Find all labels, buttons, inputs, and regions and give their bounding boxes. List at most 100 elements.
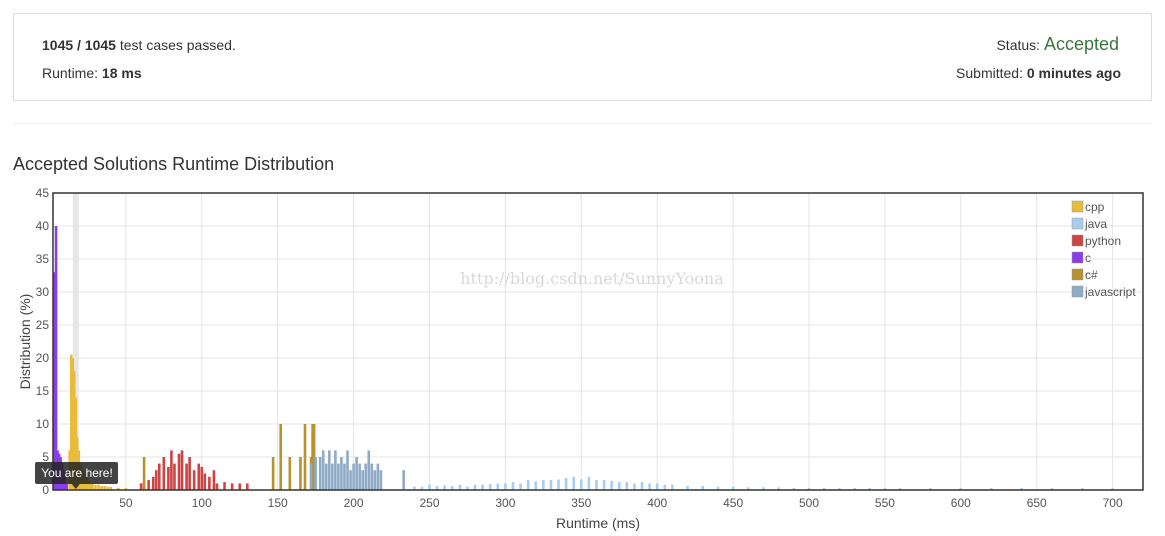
bar-java <box>504 483 507 490</box>
bar-python <box>223 482 226 490</box>
bar-javascript <box>331 463 334 490</box>
bar-python <box>185 463 188 490</box>
legend-swatch-javascript <box>1071 285 1084 298</box>
bar-csharp <box>271 457 275 490</box>
bar-java <box>519 483 522 490</box>
bar-java <box>534 481 538 490</box>
x-tick-label: 200 <box>344 496 364 510</box>
x-tick-label: 250 <box>419 496 439 510</box>
bar-javascript <box>346 450 349 490</box>
y-tick-label: 35 <box>36 252 50 266</box>
bar-java <box>542 480 545 490</box>
bar-python <box>192 470 196 490</box>
bar-python <box>230 483 234 490</box>
x-tick-label: 350 <box>571 496 591 510</box>
bar-javascript <box>358 463 361 490</box>
bar-javascript <box>318 457 322 490</box>
bar-java <box>633 483 636 490</box>
bar-python <box>170 450 173 490</box>
bar-csharp <box>303 424 307 490</box>
bar-python <box>167 466 170 490</box>
tooltip-text: You are here! <box>41 466 113 480</box>
bar-javascript <box>370 463 374 490</box>
bar-java <box>557 479 560 490</box>
bar-java <box>648 483 651 490</box>
watermark: http://blog.csdn.net/SunnyYoona <box>460 269 724 288</box>
bar-javascript <box>367 450 371 490</box>
x-tick-label: 50 <box>119 496 133 510</box>
bar-javascript <box>349 470 352 490</box>
bar-java <box>655 483 659 490</box>
bar-python <box>200 466 204 490</box>
y-tick-label: 5 <box>42 450 49 464</box>
legend-label: python <box>1085 234 1121 248</box>
bar-python <box>154 470 158 490</box>
bar-javascript <box>334 450 337 490</box>
bar-python <box>177 453 181 490</box>
x-tick-label: 600 <box>951 496 971 510</box>
legend-label: c <box>1085 251 1091 265</box>
bar-javascript <box>343 463 346 490</box>
bar-c <box>65 483 68 490</box>
bar-java <box>580 479 583 490</box>
bar-python <box>147 480 150 490</box>
y-tick-label: 0 <box>42 483 49 497</box>
legend-label: java <box>1084 217 1107 231</box>
x-tick-label: 700 <box>1103 496 1123 510</box>
x-tick-label: 500 <box>799 496 819 510</box>
legend-label: c# <box>1085 268 1098 282</box>
x-tick-label: 550 <box>875 496 895 510</box>
bar-javascript <box>402 470 405 490</box>
bar-java <box>595 480 598 490</box>
legend-swatch-csharp <box>1071 268 1084 281</box>
bar-java <box>587 476 591 490</box>
bar-javascript <box>379 470 383 490</box>
bar-javascript <box>321 450 325 490</box>
bar-python <box>208 476 211 490</box>
bar-java <box>663 484 667 490</box>
bar-java <box>481 484 484 490</box>
x-tick-label: 450 <box>723 496 743 510</box>
bar-csharp <box>288 457 292 490</box>
y-tick-label: 15 <box>36 384 50 398</box>
bar-java <box>511 482 515 490</box>
x-tick-label: 650 <box>1027 496 1047 510</box>
bar-javascript <box>355 457 358 490</box>
x-tick-label: 400 <box>647 496 667 510</box>
bar-python <box>139 483 143 490</box>
bar-cpp <box>97 484 100 490</box>
bar-python <box>188 457 191 490</box>
bar-java <box>564 478 568 490</box>
y-axis-label: Distribution (%) <box>17 294 33 390</box>
bar-javascript <box>376 463 380 490</box>
bar-javascript <box>327 450 331 490</box>
bar-csharp <box>142 457 146 490</box>
bar-javascript <box>324 463 328 490</box>
x-tick-label: 100 <box>192 496 212 510</box>
bar-java <box>617 482 621 490</box>
bar-python <box>157 463 161 490</box>
bar-java <box>640 482 644 490</box>
bar-python <box>151 476 155 490</box>
x-tick-label: 150 <box>268 496 288 510</box>
bar-python <box>212 470 216 490</box>
bar-java <box>496 483 500 490</box>
y-tick-label: 10 <box>36 417 50 431</box>
bar-csharp <box>279 424 283 490</box>
bar-java <box>473 484 477 490</box>
legend-swatch-python <box>1071 234 1084 247</box>
bar-python <box>162 457 166 490</box>
y-tick-label: 30 <box>36 285 50 299</box>
legend-label: cpp <box>1085 200 1105 214</box>
bar-java <box>458 484 462 490</box>
bar-python <box>238 483 242 490</box>
bar-java <box>602 480 606 490</box>
bar-java <box>625 482 629 490</box>
runtime-distribution-chart: 50 100 150 200 250 300 350 400 450 500 550 600 650 70… <box>17 186 1144 531</box>
y-tick-label: 40 <box>36 219 50 233</box>
bar-python <box>180 450 184 490</box>
bar-python <box>246 483 249 490</box>
bar-javascript <box>352 463 355 490</box>
bar-python <box>173 463 176 490</box>
bar-java <box>488 484 492 490</box>
